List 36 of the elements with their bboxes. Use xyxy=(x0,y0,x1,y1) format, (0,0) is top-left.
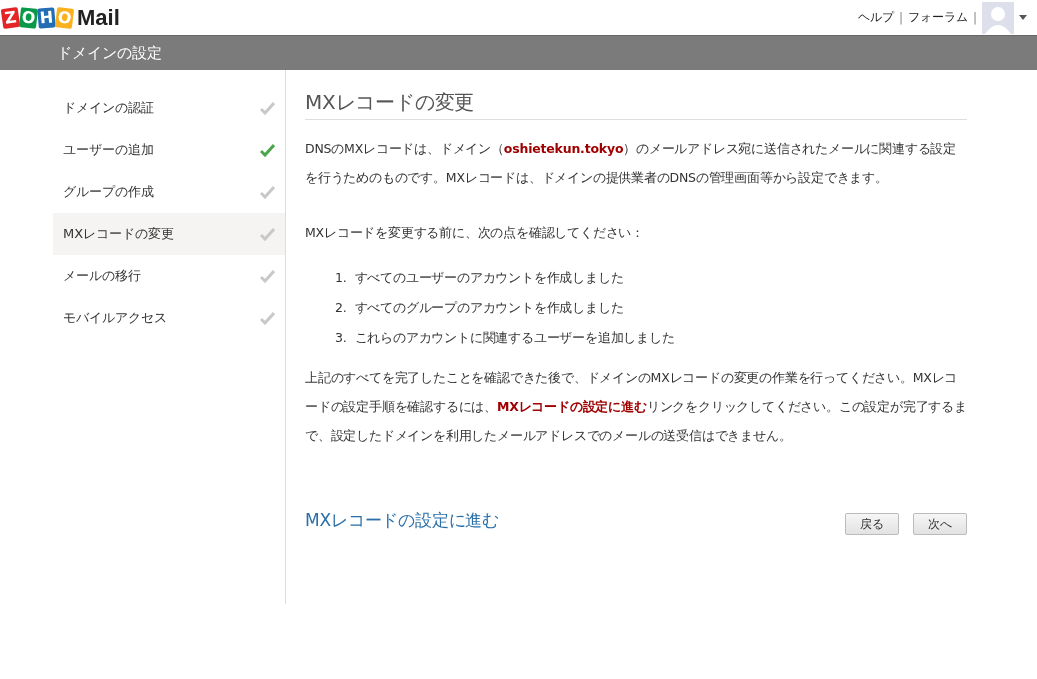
nav-button[interactable]: 次へ xyxy=(913,513,967,535)
logo-letter: O xyxy=(19,6,38,29)
step-label: ユーザーの追加 xyxy=(63,141,154,159)
header-link[interactable]: フォーラム xyxy=(907,9,968,26)
list-text: すべてのユーザーのアカウントを作成しました xyxy=(354,269,624,287)
step-item[interactable]: MXレコードの変更 xyxy=(53,213,285,255)
step-item[interactable]: ドメインの認証 xyxy=(53,87,285,129)
step-label: グループの作成 xyxy=(63,183,154,201)
step-item[interactable]: グループの作成 xyxy=(53,171,285,213)
note-text: 上記のすべてを完了したことを確認できた後で、ドメインのMXレコードの変更の作業を行ってください。MXレコードの設定手順を確認するには、MXレコードの設定に進むリンクをクリックしてください。この設定が完了するまで、設定したドメインを利用したメールアドレスでのメールの送受信はできません。 xyxy=(305,369,967,445)
separator: | xyxy=(972,10,977,25)
logo-letter: H xyxy=(37,6,56,29)
header-link[interactable]: ヘルプ xyxy=(857,9,894,26)
step-label: MXレコードの変更 xyxy=(63,225,175,243)
checklist-lead: MXレコードを変更する前に、次の点を確認してください： xyxy=(305,224,645,242)
section-heading: MXレコードの変更 xyxy=(305,88,967,120)
list-number: 2. xyxy=(335,299,347,317)
list-number: 3. xyxy=(335,329,347,347)
step-label: モバイルアクセス xyxy=(63,309,167,327)
step-item[interactable]: モバイルアクセス xyxy=(53,297,285,339)
product-name: Mail xyxy=(77,4,120,31)
step-item[interactable]: メールの移行 xyxy=(53,255,285,297)
nav-button[interactable]: 戻る xyxy=(845,513,899,535)
step-item[interactable]: ユーザーの追加 xyxy=(53,129,285,171)
list-text: すべてのグループのアカウントを作成しました xyxy=(354,299,624,317)
intro-text: DNSのMXレコードは、ドメイン（oshietekun.tokyo）のメールアドレス宛に送信されたメールに関連する設定を行うためのものです。MXレコードは、ドメインの提供業者のDNSの管理画面等から設定できます。 xyxy=(305,140,958,187)
caret-icon[interactable] xyxy=(1019,15,1027,20)
logo-letter: O xyxy=(54,6,75,29)
setup-link[interactable]: MXレコードの設定に進む xyxy=(305,506,499,535)
step-label: ドメインの認証 xyxy=(63,99,154,117)
page-title: ドメインの設定 xyxy=(57,43,162,63)
logo-letter: Z xyxy=(0,6,21,29)
list-number: 1. xyxy=(335,269,347,287)
list-text: これらのアカウントに関連するユーザーを追加しました xyxy=(354,329,675,347)
step-label: メールの移行 xyxy=(63,267,141,285)
separator: | xyxy=(898,10,903,25)
